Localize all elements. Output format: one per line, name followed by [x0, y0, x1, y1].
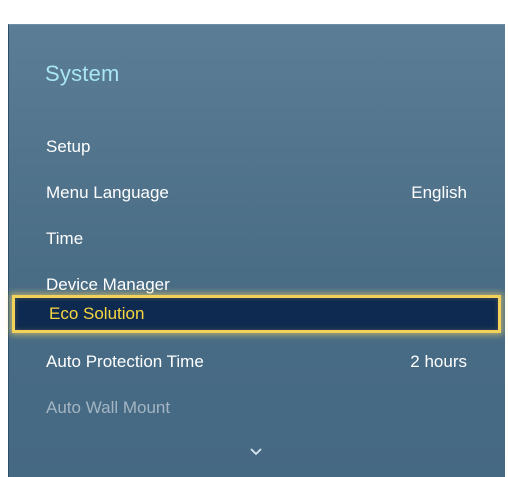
menu-item-menu-language[interactable]: Menu Language English — [9, 171, 504, 215]
menu-item-value: 2 hours — [410, 352, 467, 371]
menu-title: System — [45, 61, 120, 86]
menu-item-label: Auto Wall Mount — [46, 398, 171, 417]
menu-item-value: English — [411, 183, 467, 202]
menu-item-label: Time — [46, 229, 84, 248]
menu-item-label: Auto Protection Time — [46, 352, 204, 371]
chevron-down-icon[interactable] — [249, 446, 263, 458]
menu-item-setup[interactable]: Setup — [9, 125, 504, 169]
system-menu-panel: System Setup Menu Language English Time … — [8, 24, 505, 477]
menu-item-time[interactable]: Time — [9, 217, 504, 261]
menu-item-auto-wall-mount: Auto Wall Mount — [9, 386, 504, 430]
menu-item-eco-solution[interactable]: Eco Solution — [12, 295, 501, 333]
menu-item-label: Device Manager — [46, 275, 170, 294]
screen: System Setup Menu Language English Time … — [0, 0, 508, 477]
menu-item-label: Menu Language — [46, 183, 169, 202]
menu-item-label: Eco Solution — [49, 304, 145, 323]
menu-item-auto-protection-time[interactable]: Auto Protection Time 2 hours — [9, 340, 504, 384]
menu-item-label: Setup — [46, 137, 91, 156]
